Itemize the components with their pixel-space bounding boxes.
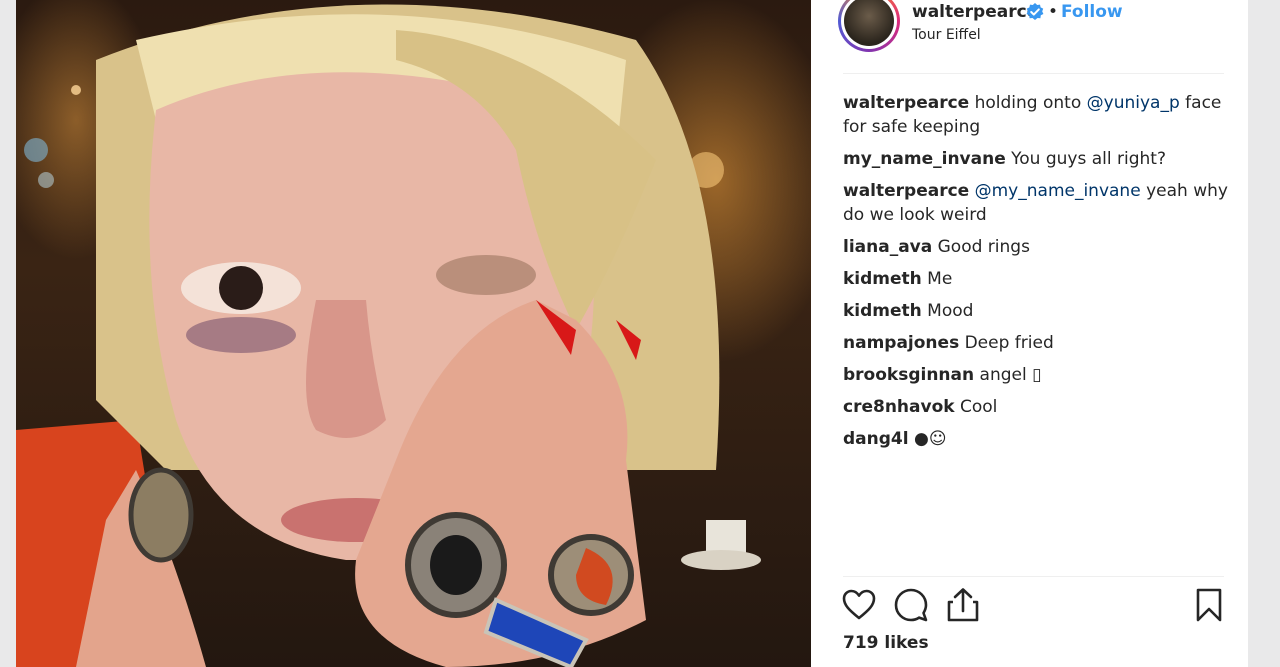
comment-username[interactable]: cre8nhavok (843, 397, 955, 417)
heart-icon[interactable] (841, 587, 877, 623)
post-location[interactable]: Tour Eiffel (912, 27, 981, 43)
verified-badge-icon (1026, 3, 1044, 20)
comment-text: ●☺ (908, 429, 947, 449)
comment-text: Me (921, 269, 953, 289)
comment-icon[interactable] (893, 587, 929, 623)
comment-list: walterpearce holding onto @yuniya_p face… (843, 91, 1233, 459)
comment-username[interactable]: kidmeth (843, 301, 922, 321)
share-icon[interactable] (945, 587, 981, 623)
comment-text: Cool (954, 397, 998, 417)
comment-username[interactable]: walterpearce (843, 93, 969, 113)
comment-username[interactable]: nampajones (843, 333, 959, 353)
bookmark-icon[interactable] (1191, 587, 1227, 623)
comment-item: dang4l ●☺ (843, 427, 1233, 451)
post-sidebar: walterpearce • Follow Tour Eiffel walter… (811, 0, 1248, 667)
comment-text: Mood (921, 301, 974, 321)
comment-username[interactable]: liana_ava (843, 237, 932, 257)
follow-button[interactable]: Follow (1061, 2, 1123, 22)
comment-text: Deep fried (959, 333, 1054, 353)
avatar[interactable] (838, 0, 900, 52)
avatar-frame (841, 0, 897, 49)
screen: walterpearce • Follow Tour Eiffel walter… (0, 0, 1280, 667)
comment-username[interactable]: my_name_invane (843, 149, 1006, 169)
comment-username[interactable]: kidmeth (843, 269, 922, 289)
action-bar (841, 587, 1231, 623)
comment-text: angel ▯ (974, 365, 1042, 385)
like-count[interactable]: 719 likes (843, 633, 929, 653)
divider (843, 576, 1224, 577)
post-header: walterpearce • Follow Tour Eiffel (811, 0, 1248, 74)
comment-username[interactable]: dang4l (843, 429, 909, 449)
comment-item: walterpearce holding onto @yuniya_p face… (843, 91, 1233, 139)
comment-item: walterpearce @my_name_invane yeah why do… (843, 179, 1233, 227)
comment-username[interactable]: walterpearce (843, 181, 969, 201)
separator-dot: • (1048, 2, 1059, 22)
comment-item: kidmeth Mood (843, 299, 1233, 323)
comment-text: holding onto (969, 93, 1087, 113)
comment-item: liana_ava Good rings (843, 235, 1233, 259)
comment-text: Good rings (932, 237, 1030, 257)
comment-item: brooksginnan angel ▯ (843, 363, 1233, 387)
comment-text: You guys all right? (1005, 149, 1166, 169)
post-photo[interactable] (16, 0, 811, 667)
post-photo-illustration (16, 4, 761, 667)
comment-mention[interactable]: @yuniya_p (1087, 93, 1180, 113)
comment-item: nampajones Deep fried (843, 331, 1233, 355)
comment-username[interactable]: brooksginnan (843, 365, 974, 385)
avatar-image (844, 0, 894, 46)
author-username[interactable]: walterpearce (912, 2, 1038, 22)
divider (843, 73, 1224, 74)
comment-mention[interactable]: @my_name_invane (975, 181, 1141, 201)
comment-item: kidmeth Me (843, 267, 1233, 291)
page-background (1248, 0, 1280, 667)
comment-item: my_name_invane You guys all right? (843, 147, 1233, 171)
comment-item: cre8nhavok Cool (843, 395, 1233, 419)
